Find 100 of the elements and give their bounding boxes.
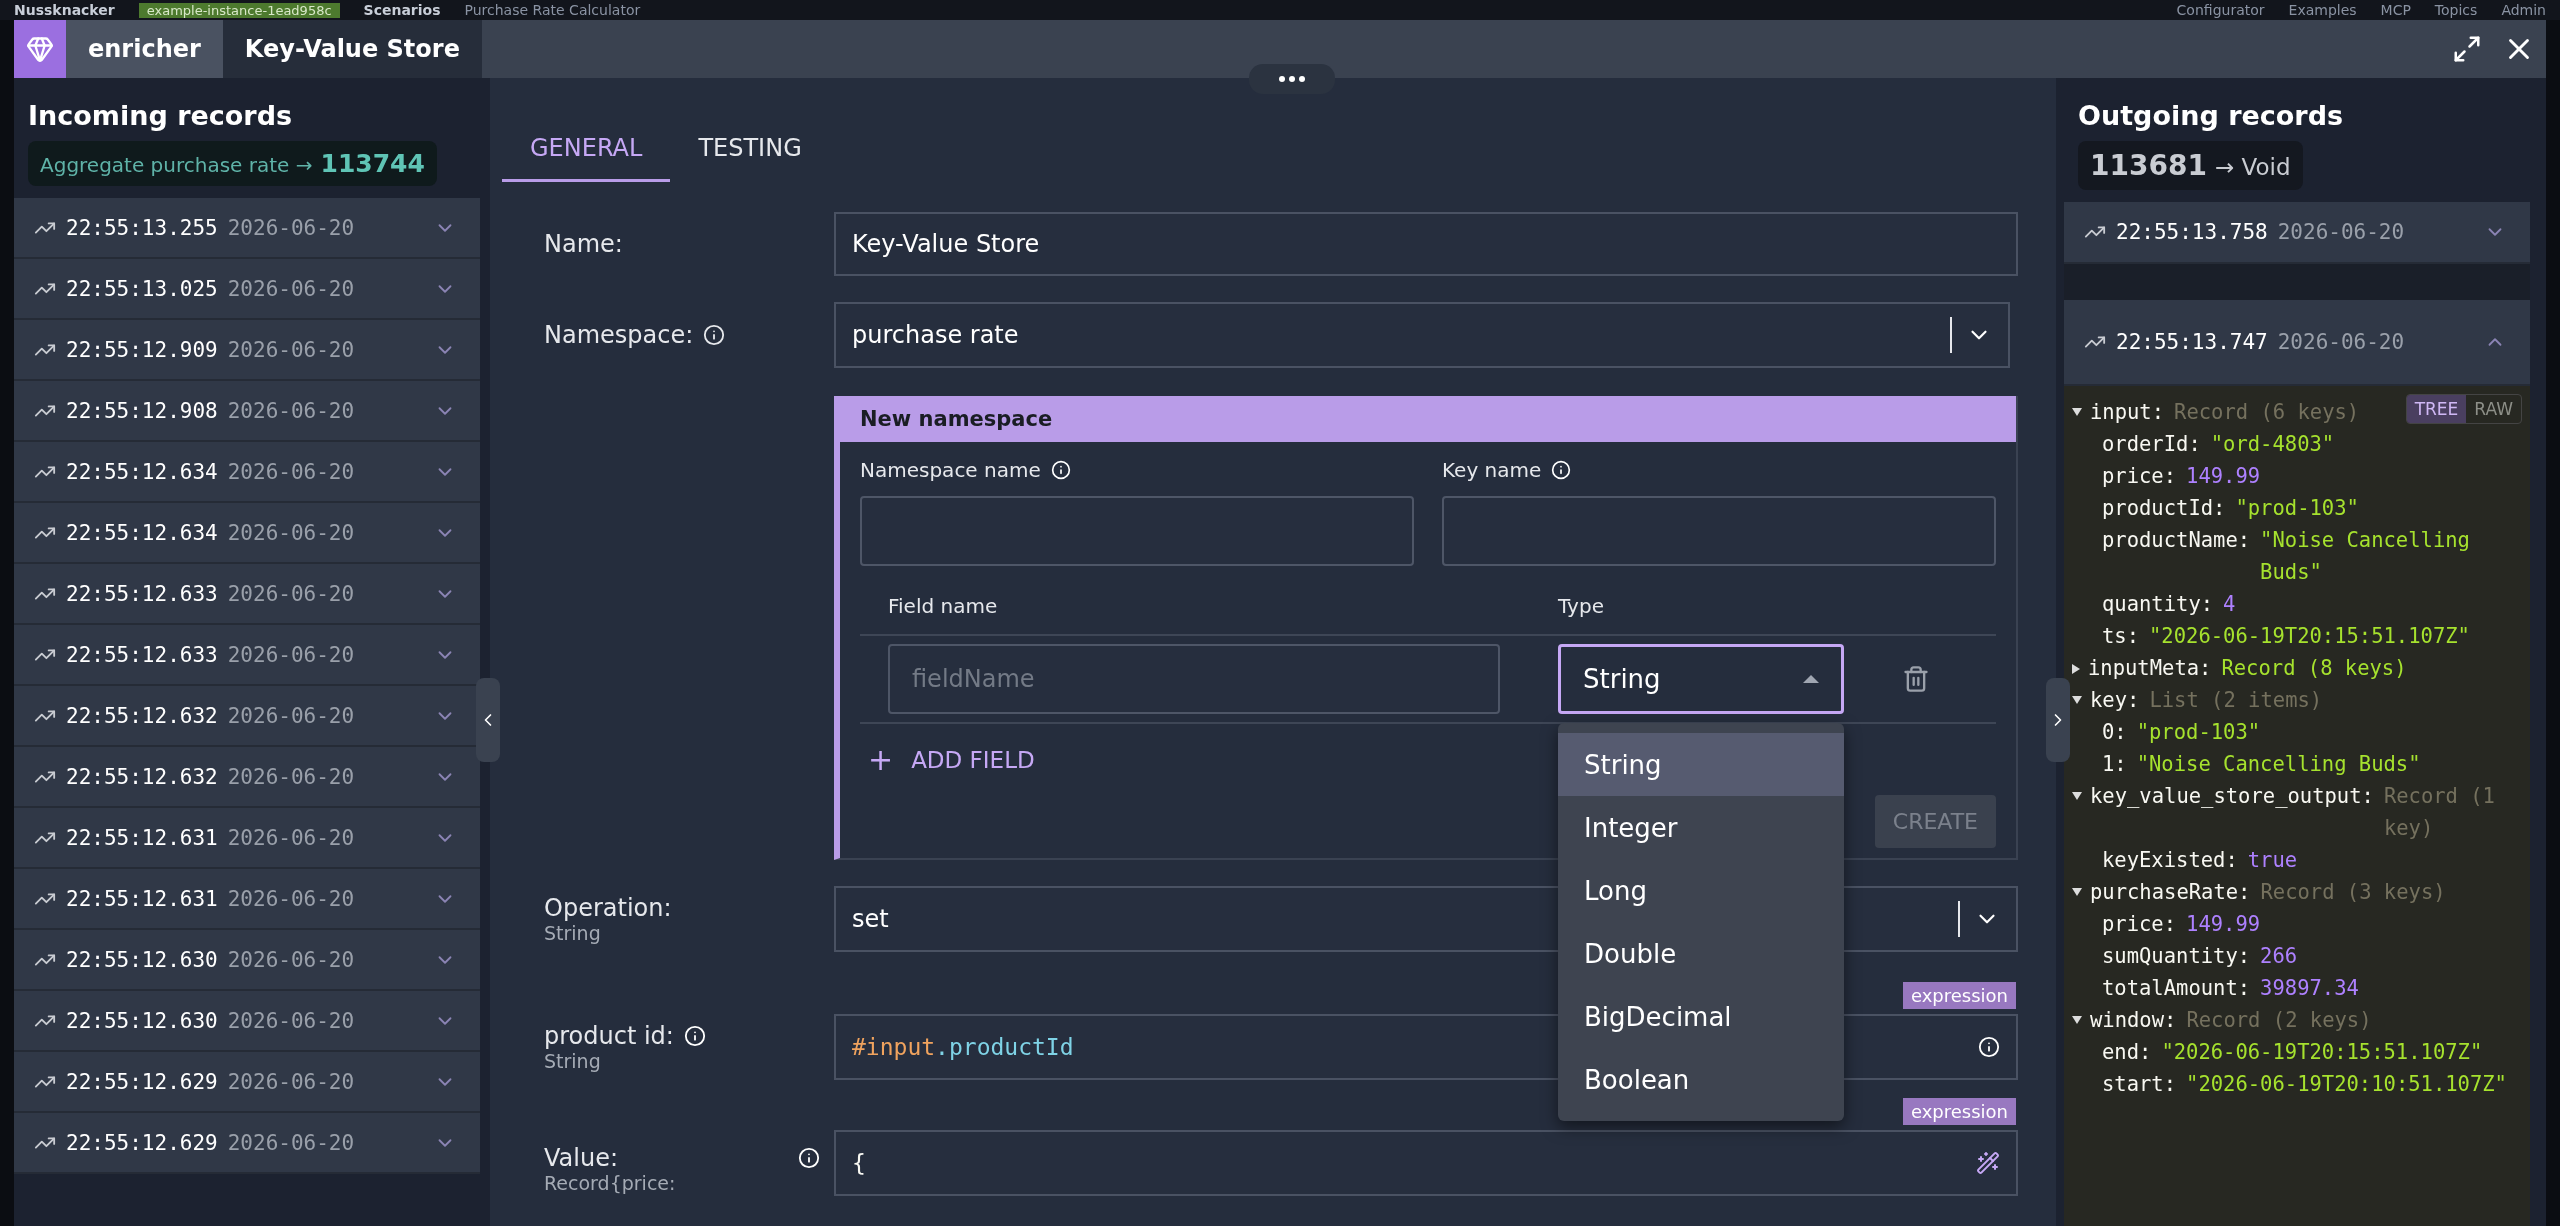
record-row[interactable]: 22:55:13.758 2026-06-20 bbox=[2064, 202, 2530, 264]
record-date: 2026-06-20 bbox=[2277, 330, 2405, 354]
view-toggle[interactable]: TREE bbox=[2406, 395, 2467, 423]
wand-icon[interactable] bbox=[1976, 1151, 2000, 1175]
tree-key: price: bbox=[2102, 460, 2177, 492]
view-toggle[interactable]: RAW bbox=[2466, 395, 2521, 423]
menu-option[interactable]: BigDecimal bbox=[1558, 985, 1844, 1048]
panel-header: New namespace bbox=[840, 396, 2016, 442]
record-date: 2026-06-20 bbox=[227, 520, 355, 545]
code-token: { bbox=[852, 1150, 866, 1176]
expand-arrow-icon[interactable] bbox=[2072, 792, 2082, 800]
record-date: 2026-06-20 bbox=[227, 764, 355, 789]
tree-value: 149.99 bbox=[2186, 911, 2261, 938]
record-row[interactable]: 22:55:13.747 2026-06-20 bbox=[2064, 300, 2530, 386]
expand-arrow-icon[interactable] bbox=[2072, 1016, 2082, 1024]
tree-value: "ord-4803" bbox=[2210, 431, 2335, 458]
field-label: Value: bbox=[544, 1144, 618, 1172]
node-type: enricher bbox=[66, 20, 223, 78]
record-row[interactable]: 22:55:12.634 2026-06-20 bbox=[14, 503, 480, 564]
tree-key: window: bbox=[2090, 1004, 2177, 1036]
tab[interactable]: GENERAL bbox=[502, 116, 671, 182]
record-time: 22:55:13.758 bbox=[2116, 220, 2268, 244]
tree-key: orderId: bbox=[2102, 428, 2201, 460]
tree-key: price: bbox=[2102, 908, 2177, 940]
record-row[interactable]: 22:55:12.909 2026-06-20 bbox=[14, 320, 480, 381]
record-time: 22:55:12.629 bbox=[66, 1130, 218, 1155]
record-row[interactable]: 22:55:12.908 2026-06-20 bbox=[14, 381, 480, 442]
nav-link[interactable]: Admin bbox=[2501, 2, 2546, 18]
record-row[interactable]: 22:55:12.630 2026-06-20 bbox=[14, 991, 480, 1052]
gem-icon bbox=[14, 20, 66, 78]
tree-value: Record (8 keys) bbox=[2221, 655, 2407, 682]
name-field[interactable]: Key-Value Store bbox=[834, 212, 2018, 276]
record-row[interactable]: 22:55:12.633 2026-06-20 bbox=[14, 564, 480, 625]
tree-value: Record (3 keys) bbox=[2260, 879, 2446, 906]
record-time: 22:55:12.631 bbox=[66, 825, 218, 850]
sink-summary: 113681 → Void bbox=[2078, 141, 2303, 190]
input-field[interactable]: fieldName bbox=[888, 644, 1500, 714]
tree-value: true bbox=[2247, 847, 2298, 874]
record-time: 22:55:12.631 bbox=[66, 886, 218, 911]
expand-arrow-icon[interactable] bbox=[2072, 664, 2080, 674]
namespace-select[interactable]: purchase rate bbox=[834, 302, 2010, 368]
trash-icon[interactable] bbox=[1902, 665, 1930, 693]
record-time: 22:55:12.634 bbox=[66, 459, 218, 484]
record-date: 2026-06-20 bbox=[227, 398, 355, 423]
info-icon bbox=[683, 1025, 706, 1047]
expand-arrow-icon[interactable] bbox=[2072, 696, 2082, 704]
info-icon bbox=[703, 324, 726, 346]
input-field[interactable] bbox=[860, 496, 1414, 566]
tree-value: "Noise Cancelling Buds" bbox=[2136, 751, 2421, 778]
record-row[interactable]: 22:55:12.629 2026-06-20 bbox=[14, 1113, 480, 1174]
caret-icon bbox=[1803, 675, 1819, 683]
app-logo[interactable]: Nussknacker bbox=[14, 2, 115, 18]
field-label: Key name bbox=[1442, 458, 1542, 482]
column-header: Field name bbox=[888, 594, 999, 618]
field-type: String bbox=[544, 1050, 602, 1072]
tree-value: Record (1 key) bbox=[2383, 783, 2496, 842]
expand-arrow-icon[interactable] bbox=[2072, 888, 2082, 896]
record-row[interactable]: 22:55:13.025 2026-06-20 bbox=[14, 259, 480, 320]
nav-link[interactable]: MCP bbox=[2380, 2, 2411, 18]
record-row[interactable]: 22:55:12.629 2026-06-20 bbox=[14, 1052, 480, 1113]
nav-link[interactable]: Examples bbox=[2288, 2, 2357, 18]
menu-option[interactable]: String bbox=[1558, 733, 1844, 796]
record-row[interactable]: 22:55:13.255 2026-06-20 bbox=[14, 198, 480, 259]
nav-link[interactable]: Topics bbox=[2434, 2, 2478, 18]
column-header: Type bbox=[1558, 594, 1604, 618]
menu-option[interactable]: Integer bbox=[1558, 796, 1844, 859]
instance-tag: example-instance-1ead958c bbox=[138, 2, 340, 18]
record-row[interactable]: 22:55:12.632 2026-06-20 bbox=[14, 747, 480, 808]
field-label: Namespace name bbox=[860, 458, 1041, 482]
breadcrumb[interactable]: Purchase Rate Calculator bbox=[464, 2, 641, 18]
tree-key: purchaseRate: bbox=[2090, 876, 2251, 908]
tree-key: end: bbox=[2102, 1036, 2152, 1068]
field-type: Record{price: bbox=[544, 1172, 677, 1194]
input-field[interactable] bbox=[1442, 496, 1996, 566]
tree-key: totalAmount: bbox=[2102, 972, 2251, 1004]
tab[interactable]: TESTING bbox=[670, 116, 830, 182]
record-time: 22:55:12.633 bbox=[66, 581, 218, 606]
field-label: product id: bbox=[544, 1022, 674, 1050]
record-row[interactable]: 22:55:12.630 2026-06-20 bbox=[14, 930, 480, 991]
record-row[interactable]: 22:55:12.631 2026-06-20 bbox=[14, 869, 480, 930]
record-date: 2026-06-20 bbox=[2277, 220, 2405, 244]
tree-key: 1: bbox=[2102, 748, 2127, 780]
expand-arrow-icon[interactable] bbox=[2072, 408, 2082, 416]
record-time: 22:55:13.255 bbox=[66, 215, 218, 240]
maximize-icon bbox=[2452, 34, 2482, 64]
record-row[interactable]: 22:55:12.631 2026-06-20 bbox=[14, 808, 480, 869]
breadcrumb[interactable]: Scenarios bbox=[363, 2, 441, 18]
source-summary: Aggregate purchase rate → 113744 bbox=[28, 141, 437, 186]
tree-key: keyExisted: bbox=[2102, 844, 2238, 876]
record-time: 22:55:12.634 bbox=[66, 520, 218, 545]
field-label: Operation: bbox=[544, 894, 673, 922]
record-date: 2026-06-20 bbox=[227, 1130, 355, 1155]
field-label: Name: bbox=[544, 230, 624, 258]
record-row[interactable]: 22:55:12.634 2026-06-20 bbox=[14, 442, 480, 503]
field-label: Namespace: bbox=[544, 321, 694, 349]
more-button[interactable] bbox=[1249, 64, 1335, 94]
record-row[interactable]: 22:55:12.633 2026-06-20 bbox=[14, 625, 480, 686]
tree-key: sumQuantity: bbox=[2102, 940, 2251, 972]
expression-tag: expression bbox=[1902, 982, 2016, 1009]
nav-link[interactable]: Configurator bbox=[2176, 2, 2265, 18]
